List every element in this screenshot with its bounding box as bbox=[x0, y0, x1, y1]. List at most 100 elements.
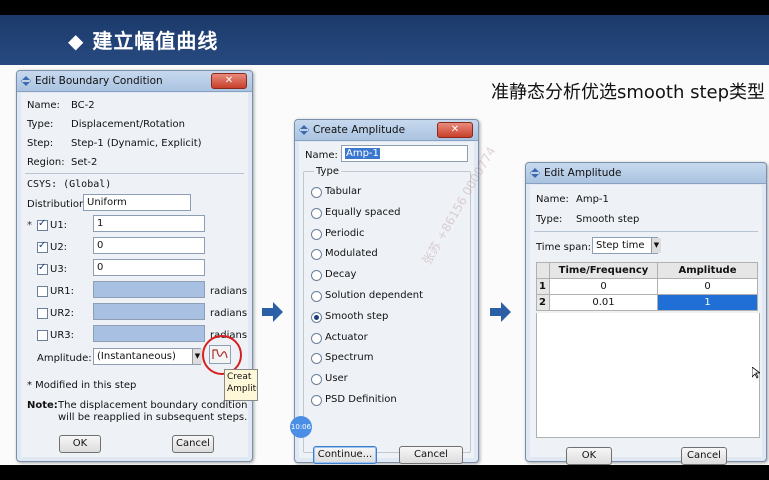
table-header-row: Time/Frequency Amplitude bbox=[536, 262, 758, 279]
type-option-label[interactable]: Actuator bbox=[325, 332, 368, 343]
type-group-label: Type bbox=[314, 166, 341, 177]
dialog-body: Name: BC-2 Type: Displacement/Rotation S… bbox=[21, 93, 258, 457]
u1-field[interactable]: 1 bbox=[93, 215, 205, 232]
close-button[interactable]: ✕ bbox=[437, 122, 473, 138]
modified-marker: * bbox=[27, 220, 32, 231]
type-radio[interactable] bbox=[311, 332, 322, 344]
ur2-checkbox[interactable] bbox=[37, 308, 48, 319]
type-option-label[interactable]: Smooth step bbox=[325, 311, 388, 322]
type-option-label[interactable]: Spectrum bbox=[325, 352, 373, 363]
amplitude-cell[interactable]: 0 bbox=[657, 278, 758, 295]
row-number: 2 bbox=[536, 294, 550, 311]
type-label: Type: bbox=[27, 119, 54, 130]
region-label: Region: bbox=[27, 157, 65, 168]
titlebar[interactable]: Create Amplitude ✕ bbox=[295, 120, 478, 141]
table-empty-area bbox=[536, 313, 760, 438]
name-value: BC-2 bbox=[71, 100, 95, 111]
name-label: Name: bbox=[27, 100, 60, 111]
ur1-checkbox[interactable] bbox=[37, 286, 48, 297]
close-button[interactable]: ✕ bbox=[211, 73, 247, 89]
type-option-label[interactable]: Equally spaced bbox=[325, 207, 400, 218]
u2-checkbox[interactable] bbox=[37, 240, 48, 253]
type-option-label[interactable]: Tabular bbox=[325, 186, 361, 197]
separator bbox=[25, 173, 244, 174]
note-text-2: will be reapplied in subsequent steps. bbox=[58, 412, 248, 423]
type-option-label[interactable]: Periodic bbox=[325, 228, 364, 239]
dialog-title: Edit Boundary Condition bbox=[35, 75, 163, 87]
tooltip-line2: Amplitu bbox=[227, 384, 257, 394]
time-cell[interactable]: 0.01 bbox=[549, 294, 658, 311]
dialog-title: Edit Amplitude bbox=[544, 167, 622, 179]
name-label: Name: bbox=[536, 194, 569, 205]
type-value: Displacement/Rotation bbox=[71, 119, 185, 130]
continue-button[interactable]: Continue... bbox=[313, 446, 377, 464]
edit-boundary-condition-dialog: Edit Boundary Condition ✕ Name: BC-2 Typ… bbox=[16, 70, 258, 462]
dialog-body: Name: Amp-1 Type: Smooth step Time span:… bbox=[530, 185, 762, 465]
create-amplitude-dialog: Create Amplitude ✕ Name: Amp-1 Type Tabu… bbox=[294, 119, 479, 464]
time-span-label: Time span: bbox=[536, 242, 592, 253]
abaqus-icon bbox=[21, 76, 31, 86]
type-radio[interactable] bbox=[311, 291, 322, 302]
chevron-down-icon[interactable]: ▼ bbox=[651, 238, 661, 253]
row-header-corner bbox=[536, 262, 550, 279]
type-radio[interactable] bbox=[311, 395, 322, 406]
type-value: Smooth step bbox=[576, 214, 640, 225]
type-radio[interactable] bbox=[311, 187, 322, 198]
ur3-label: UR3: bbox=[50, 330, 74, 341]
type-option-label[interactable]: PSD Definition bbox=[325, 394, 397, 405]
note-label: Note: bbox=[27, 400, 58, 411]
cancel-button[interactable]: Cancel bbox=[681, 447, 727, 465]
name-value: Amp-1 bbox=[576, 194, 609, 205]
ok-button[interactable]: OK bbox=[566, 447, 612, 465]
ur2-unit: radians bbox=[210, 308, 248, 319]
arrow-right-icon bbox=[262, 302, 283, 322]
cancel-button[interactable]: Cancel bbox=[172, 435, 214, 453]
timer-badge: 10:06 bbox=[290, 416, 312, 438]
type-option-label[interactable]: Solution dependent bbox=[325, 290, 423, 301]
csys-label: CSYS: (Global) bbox=[27, 179, 112, 190]
type-radio[interactable] bbox=[311, 311, 322, 323]
distribution-select[interactable]: Uniform bbox=[83, 194, 191, 211]
slide-title-text: 建立幅值曲线 bbox=[92, 29, 219, 53]
type-option-label[interactable]: Modulated bbox=[325, 248, 378, 259]
type-radio[interactable] bbox=[311, 228, 322, 240]
table-row: 1 0 0 bbox=[536, 278, 758, 295]
edit-amplitude-dialog: Edit Amplitude Name: Amp-1 Type: Smooth … bbox=[525, 162, 767, 465]
name-label: Name: bbox=[305, 150, 338, 161]
time-cell[interactable]: 0 bbox=[549, 278, 658, 295]
ur3-field[interactable] bbox=[93, 325, 205, 342]
abaqus-icon bbox=[299, 125, 309, 135]
region-value: Set-2 bbox=[71, 157, 98, 168]
col-header-time: Time/Frequency bbox=[549, 262, 658, 279]
u2-field[interactable]: 0 bbox=[93, 237, 205, 254]
row-number: 1 bbox=[536, 278, 550, 295]
u2-label: U2: bbox=[50, 242, 68, 253]
step-label: Step: bbox=[27, 138, 54, 149]
time-span-select[interactable]: Step time bbox=[592, 237, 658, 254]
cancel-button[interactable]: Cancel bbox=[399, 446, 463, 464]
type-radio[interactable] bbox=[311, 207, 322, 219]
type-option-label[interactable]: Decay bbox=[325, 269, 356, 280]
amplitude-select[interactable]: (Instantaneous) bbox=[93, 348, 201, 365]
separator bbox=[534, 231, 758, 232]
slide-title: ◆ 建立幅值曲线 bbox=[68, 29, 219, 53]
col-header-amplitude: Amplitude bbox=[657, 262, 758, 279]
ur3-checkbox[interactable] bbox=[37, 330, 48, 341]
u3-checkbox[interactable] bbox=[37, 262, 48, 275]
titlebar[interactable]: Edit Amplitude bbox=[526, 163, 766, 184]
u3-field[interactable]: 0 bbox=[93, 259, 205, 276]
name-field[interactable]: Amp-1 bbox=[341, 145, 468, 162]
ur1-field[interactable] bbox=[93, 281, 205, 298]
arrow-right-icon bbox=[490, 302, 511, 322]
ok-button[interactable]: OK bbox=[59, 435, 101, 453]
ur2-field[interactable] bbox=[93, 303, 205, 320]
title-banner: ◆ 建立幅值曲线 bbox=[0, 15, 769, 65]
amplitude-cell-selected[interactable]: 1 bbox=[657, 294, 758, 311]
ur2-label: UR2: bbox=[50, 308, 74, 319]
u1-label: U1: bbox=[50, 220, 68, 231]
chevron-down-icon[interactable]: ▼ bbox=[192, 349, 202, 364]
titlebar[interactable]: Edit Boundary Condition ✕ bbox=[17, 71, 252, 92]
u1-checkbox[interactable] bbox=[37, 218, 48, 231]
ur1-unit: radians bbox=[210, 286, 248, 297]
type-option-label[interactable]: User bbox=[325, 373, 348, 384]
